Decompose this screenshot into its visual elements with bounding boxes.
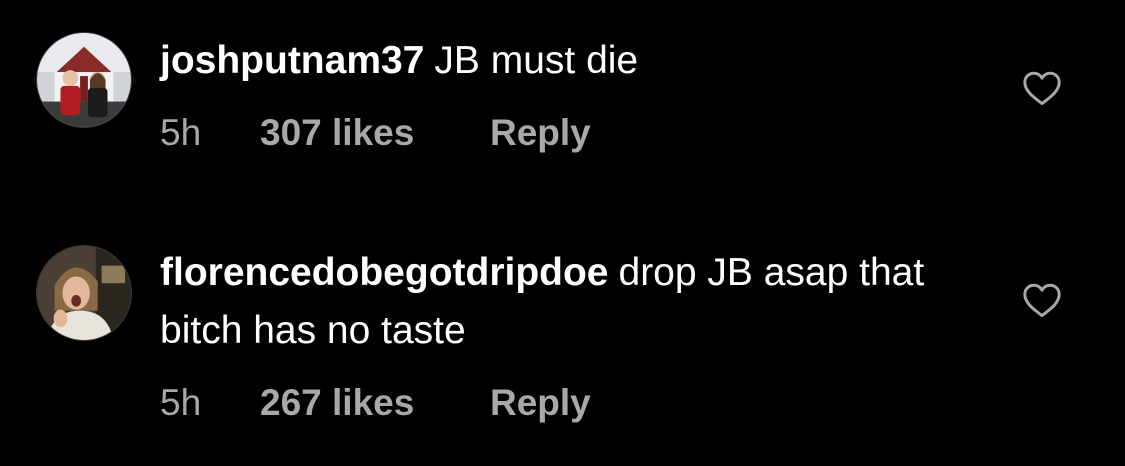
comment-username[interactable]: florencedobegotdripdoe [160, 251, 609, 294]
comment-username[interactable]: joshputnam37 [160, 39, 424, 82]
profile-photo-icon [37, 33, 131, 127]
avatar[interactable] [36, 245, 132, 341]
comment-body: florencedobegotdripdoe drop JB asap that … [160, 244, 950, 360]
comment-meta: 5h 307 likes Reply [160, 112, 591, 154]
comment-body: joshputnam37 JB must die [160, 32, 980, 90]
comment-likes[interactable]: 307 likes [260, 112, 490, 154]
comment-likes[interactable]: 267 likes [260, 382, 490, 424]
comment-timestamp: 5h [160, 112, 202, 153]
comment-text: JB must die [434, 39, 639, 82]
reply-button[interactable]: Reply [490, 382, 591, 424]
comment-meta: 5h 267 likes Reply [160, 382, 591, 424]
heart-icon[interactable] [1022, 282, 1062, 318]
profile-photo-icon [37, 246, 131, 340]
comment-timestamp: 5h [160, 382, 202, 423]
heart-icon[interactable] [1022, 70, 1062, 106]
reply-button[interactable]: Reply [490, 112, 591, 154]
avatar[interactable] [36, 32, 132, 128]
